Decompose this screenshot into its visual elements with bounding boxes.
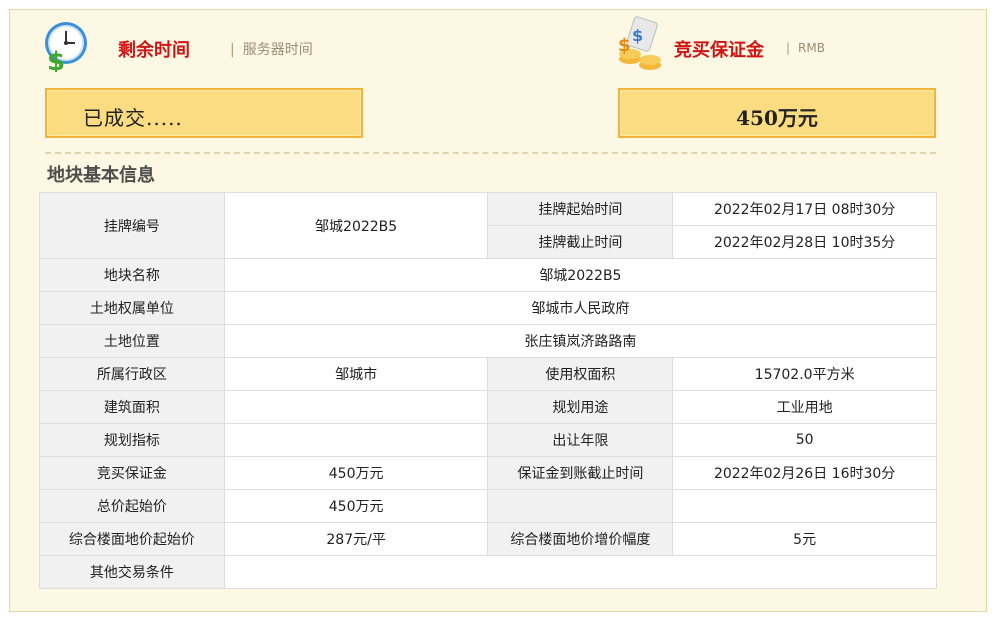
start-time-label: 挂牌起始时间 bbox=[487, 192, 674, 226]
area-value: 15702.0平方米 bbox=[672, 357, 937, 391]
deposit-deadline-label: 保证金到账截止时间 bbox=[487, 456, 674, 490]
other-terms-value bbox=[223, 555, 938, 589]
currency-label: | RMB bbox=[786, 41, 825, 55]
parcel-name-value: 邹城2022B5 bbox=[223, 258, 938, 292]
end-time-label: 挂牌截止时间 bbox=[487, 225, 674, 259]
table-row: 其他交易条件 bbox=[39, 555, 938, 589]
table-row: 挂牌编号 邹城2022B5 挂牌起始时间 2022年02月17日 08时30分 bbox=[39, 192, 937, 259]
deposit-box: 450万元 bbox=[618, 88, 936, 138]
term-value: 50 bbox=[672, 423, 937, 457]
deposit-header: $ $ 竞买保证金 | RMB bbox=[616, 10, 956, 90]
deposit-label: 竞买保证金 bbox=[674, 40, 764, 61]
table-deposit-value: 450万元 bbox=[223, 456, 489, 490]
floor-increment-value: 5元 bbox=[672, 522, 937, 556]
location-label: 土地位置 bbox=[39, 324, 225, 358]
district-label: 所属行政区 bbox=[39, 357, 225, 391]
money-coins-icon: $ $ bbox=[618, 16, 661, 70]
server-time-label: | 服务器时间 bbox=[230, 42, 313, 58]
table-row: 所属行政区 邹城市 使用权面积 15702.0平方米 bbox=[39, 357, 937, 391]
planning-index-value bbox=[223, 423, 489, 457]
total-start-price-value: 450万元 bbox=[223, 489, 489, 523]
divider bbox=[45, 152, 936, 154]
other-terms-label: 其他交易条件 bbox=[39, 555, 225, 589]
status-box: 已成交..... bbox=[45, 88, 363, 138]
building-area-label: 建筑面积 bbox=[39, 390, 225, 424]
auction-panel: $ 剩余时间 | 服务器时间 $ $ 竞买保证金 | RMB 已成交..... 45… bbox=[9, 9, 987, 612]
empty-value-cell bbox=[672, 489, 937, 523]
building-area-value bbox=[223, 390, 489, 424]
deposit-amount: 450万元 bbox=[736, 106, 818, 130]
svg-text:$: $ bbox=[47, 47, 65, 72]
section-title: 地块基本信息 bbox=[47, 165, 155, 186]
total-start-price-label: 总价起始价 bbox=[39, 489, 225, 523]
floor-increment-label: 综合楼面地价增价幅度 bbox=[487, 522, 674, 556]
floor-price-label: 综合楼面地价起始价 bbox=[39, 522, 225, 556]
parcel-info-table: 挂牌编号 邹城2022B5 挂牌起始时间 2022年02月17日 08时30分 … bbox=[39, 192, 938, 589]
deposit-deadline-value: 2022年02月26日 16时30分 bbox=[672, 456, 937, 490]
area-label: 使用权面积 bbox=[487, 357, 674, 391]
owner-value: 邹城市人民政府 bbox=[223, 291, 938, 325]
remaining-time-header: $ 剩余时间 | 服务器时间 bbox=[38, 10, 438, 90]
svg-text:$: $ bbox=[632, 26, 643, 45]
floor-price-value: 287元/平 bbox=[223, 522, 489, 556]
table-row: 土地权属单位 邹城市人民政府 bbox=[39, 291, 938, 325]
empty-label-cell bbox=[487, 489, 674, 523]
parcel-name-label: 地块名称 bbox=[39, 258, 225, 292]
remaining-time-label: 剩余时间 bbox=[118, 40, 190, 61]
planning-index-label: 规划指标 bbox=[39, 423, 225, 457]
listing-no-value: 邹城2022B5 bbox=[223, 192, 489, 259]
table-row: 地块名称 邹城2022B5 bbox=[39, 258, 938, 292]
status-text: 已成交..... bbox=[83, 106, 183, 130]
table-deposit-label: 竞买保证金 bbox=[39, 456, 225, 490]
table-row: 建筑面积 规划用途 工业用地 bbox=[39, 390, 937, 424]
term-label: 出让年限 bbox=[487, 423, 674, 457]
table-row: 规划指标 出让年限 50 bbox=[39, 423, 937, 457]
table-row: 土地位置 张庄镇岚济路路南 bbox=[39, 324, 938, 358]
planned-use-label: 规划用途 bbox=[487, 390, 674, 424]
planned-use-value: 工业用地 bbox=[672, 390, 937, 424]
table-row: 综合楼面地价起始价 287元/平 综合楼面地价增价幅度 5元 bbox=[39, 522, 937, 556]
owner-label: 土地权属单位 bbox=[39, 291, 225, 325]
listing-no-label: 挂牌编号 bbox=[39, 192, 225, 259]
table-row: 竞买保证金 450万元 保证金到账截止时间 2022年02月26日 16时30分 bbox=[39, 456, 937, 490]
district-value: 邹城市 bbox=[223, 357, 489, 391]
start-time-value: 2022年02月17日 08时30分 bbox=[672, 192, 937, 226]
table-row: 总价起始价 450万元 bbox=[39, 489, 937, 523]
svg-text:$: $ bbox=[618, 35, 631, 56]
location-value: 张庄镇岚济路路南 bbox=[223, 324, 938, 358]
clock-dollar-icon: $ bbox=[45, 22, 87, 72]
end-time-value: 2022年02月28日 10时35分 bbox=[672, 225, 937, 259]
